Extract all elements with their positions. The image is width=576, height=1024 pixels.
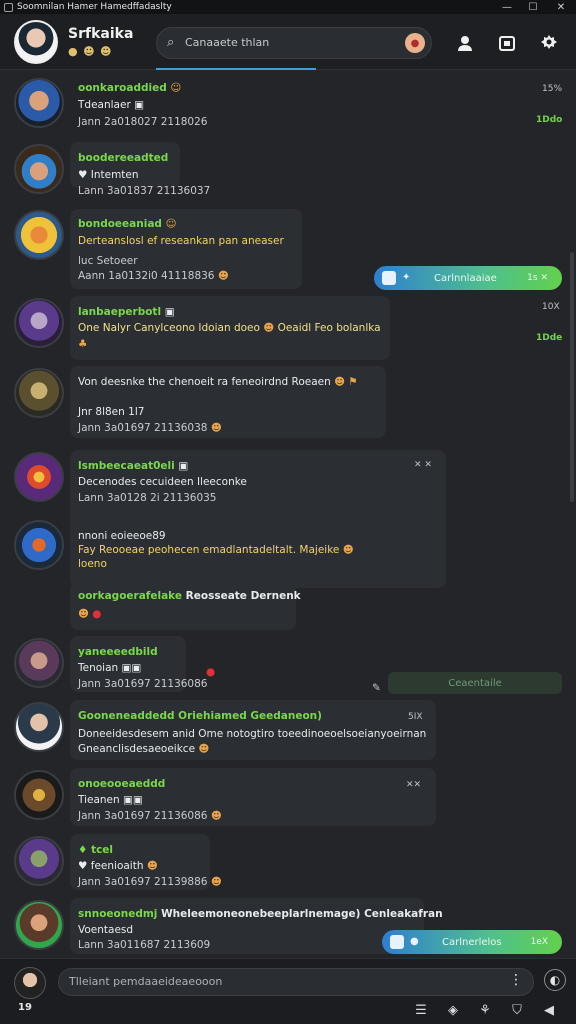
message-text: Jnr 8l8en 1l7 bbox=[78, 406, 145, 418]
message-bubble bbox=[70, 142, 180, 188]
message-text: loeno bbox=[78, 558, 107, 570]
link-icon: ● bbox=[410, 936, 419, 947]
suggestion-pill[interactable]: Ceaentaile bbox=[388, 672, 562, 694]
list-icon[interactable]: ☰ bbox=[412, 1001, 430, 1019]
scrollbar[interactable] bbox=[570, 252, 574, 502]
message-meta: ✕✕ bbox=[406, 780, 422, 790]
message-timestamp: Lann 3a011687 2113609 bbox=[78, 939, 211, 951]
message-timestamp: Aann 1a0132i0 41118836 ☻ bbox=[78, 270, 229, 282]
active-tab-indicator bbox=[156, 68, 316, 70]
chat-header: Srfkaika ● ☻ ☻ ⌕ Canaaete thlan ● bbox=[0, 14, 576, 70]
title-bar: Soomnilan Hamer Hamedffadaslty — ☐ ✕ bbox=[0, 0, 576, 14]
avatar[interactable] bbox=[14, 702, 64, 752]
mic-icon[interactable]: ◐ bbox=[544, 969, 566, 991]
message-text: ♥ Intemten bbox=[78, 169, 139, 181]
settings-icon[interactable] bbox=[538, 32, 560, 54]
avatar[interactable] bbox=[14, 144, 64, 194]
reaction-icons: ☻ ● bbox=[78, 608, 102, 620]
more-icon[interactable]: ⋮ bbox=[509, 972, 523, 988]
avatar[interactable] bbox=[14, 298, 64, 348]
reaction-pill[interactable]: ✦ Carlnnlaaiae 1s ✕ bbox=[374, 266, 562, 290]
message-text: Voentaesd bbox=[78, 924, 134, 936]
profile-avatar[interactable] bbox=[14, 20, 58, 64]
link-icon: ✦ bbox=[402, 272, 411, 283]
message-text: Gneanclisdesaeoeikce ☻ bbox=[78, 743, 210, 755]
message-meta: luc Setoeer bbox=[78, 255, 138, 267]
window-title: Soomnilan Hamer Hamedffadaslty bbox=[17, 2, 172, 12]
composer: Tlleiant pemdaaeideaeooon ⋮ ◐ 19 ☰ ◈ ⚘ ⛉… bbox=[0, 958, 576, 1024]
message-author: snnoeonedmj Wheleemoneonebeeplarlnemage)… bbox=[78, 908, 443, 920]
avatar[interactable] bbox=[14, 836, 64, 886]
avatar[interactable] bbox=[14, 900, 64, 950]
message-text: Fay Reooeae peohecen emadlantadeltalt. M… bbox=[78, 544, 354, 556]
message-count: 1Ddo bbox=[536, 115, 563, 125]
avatar[interactable] bbox=[14, 638, 64, 688]
avatar[interactable] bbox=[14, 770, 64, 820]
edit-icon[interactable]: ✎ bbox=[372, 682, 381, 694]
search-input[interactable]: Canaaete thlan bbox=[185, 36, 269, 49]
avatar[interactable] bbox=[14, 520, 64, 570]
message-author: oonkaroaddied ☺ bbox=[78, 82, 182, 94]
unread-count: 19 bbox=[18, 1002, 32, 1013]
message-text: Tieanen ▣▣ bbox=[78, 794, 143, 806]
message-timestamp: Lann 3a0128 2i 21136035 bbox=[78, 492, 217, 504]
alert-icon: ● bbox=[206, 666, 216, 678]
close-button[interactable]: ✕ bbox=[548, 0, 574, 14]
message-author: ♦ tcel bbox=[78, 844, 114, 856]
reaction-pill[interactable]: ● Carlnerlelos 1eX bbox=[382, 930, 562, 954]
message-author: nnoni eoieeoe89 bbox=[78, 530, 166, 542]
message-text: Tdeanlaer ▣ bbox=[78, 99, 145, 111]
message-author: boodereeadted bbox=[78, 152, 169, 164]
message-text: Tenoian ▣▣ bbox=[78, 662, 142, 674]
message-text: Decenodes cecuideen Ileeconke bbox=[78, 476, 247, 488]
search-bar[interactable]: ⌕ Canaaete thlan ● bbox=[156, 27, 432, 59]
message-input[interactable]: Tlleiant pemdaaeideaeooon ⋮ bbox=[58, 968, 534, 996]
avatar[interactable] bbox=[14, 452, 64, 502]
message-text: Doneeidesdesem anid Ome notogtiro toeedi… bbox=[78, 728, 427, 740]
profile-icon[interactable] bbox=[454, 32, 476, 54]
message-meta: ✕ ✕ bbox=[414, 460, 432, 470]
reaction-icon: ♣ bbox=[78, 338, 88, 350]
message-author: lsmbeecaeat0eli ▣ bbox=[78, 460, 189, 472]
message-author: onoeooeaeddd bbox=[78, 778, 166, 790]
message-timestamp: Jann 2a018027 2118026 bbox=[78, 116, 208, 128]
message-author: yaneeeedbild bbox=[78, 646, 158, 658]
user-avatar[interactable] bbox=[14, 967, 46, 999]
message-text: ♥ feenioaith ☻ bbox=[78, 860, 158, 872]
message-author: lanbaeperbotl ▣ bbox=[78, 306, 175, 318]
avatar-filter-icon[interactable]: ● bbox=[405, 33, 425, 53]
avatar[interactable] bbox=[14, 368, 64, 418]
message-author: Gooneneaddedd Oriehiamed Geedaneon) bbox=[78, 710, 322, 722]
shield-icon[interactable]: ⛉ bbox=[508, 1001, 526, 1019]
message-feed[interactable]: oonkaroaddied ☺ Tdeanlaer ▣ Jann 2a01802… bbox=[0, 72, 576, 958]
profile-name: Srfkaika bbox=[68, 26, 134, 42]
message-meta: 5IX bbox=[408, 712, 423, 722]
avatar[interactable] bbox=[14, 210, 64, 260]
message-timestamp: Jann 3a01697 21136086 bbox=[78, 678, 208, 690]
message-author: oorkagoerafelake Reosseate Dernenk bbox=[78, 590, 301, 602]
message-text: Derteanslosl ef reseankan pan aneaser bbox=[78, 235, 284, 247]
message-author: bondoeeaniad ☺ bbox=[78, 218, 177, 230]
status-badges: ● ☻ ☻ bbox=[68, 45, 113, 58]
message-meta: 10X bbox=[542, 302, 560, 312]
image-icon bbox=[382, 271, 396, 285]
calendar-icon[interactable] bbox=[496, 32, 518, 54]
gif-icon[interactable]: ◈ bbox=[444, 1001, 462, 1019]
message-timestamp: Jann 3a01697 21139886 ☻ bbox=[78, 876, 222, 888]
search-icon: ⌕ bbox=[167, 35, 175, 50]
volume-icon[interactable]: ◀ bbox=[540, 1001, 558, 1019]
message-timestamp: Lann 3a01837 21136037 bbox=[78, 185, 211, 197]
maximize-button[interactable]: ☐ bbox=[520, 0, 546, 14]
message-timestamp: Jann 3a01697 21136086 ☻ bbox=[78, 810, 222, 822]
message-text: One Nalyr Canylceono Idoian doeo ☻ Oeaid… bbox=[78, 322, 381, 334]
minimize-button[interactable]: — bbox=[494, 0, 520, 14]
message-count: 1Dde bbox=[536, 333, 563, 343]
image-icon bbox=[390, 935, 404, 949]
avatar[interactable] bbox=[14, 78, 64, 128]
message-author: Von deesnke the chenoeit ra feneoirdnd R… bbox=[78, 376, 358, 388]
message-meta: 15% bbox=[542, 84, 563, 94]
app-icon bbox=[4, 2, 13, 12]
message-timestamp: Jann 3a01697 21136038 ☻ bbox=[78, 422, 222, 434]
sticker-icon[interactable]: ⚘ bbox=[476, 1001, 494, 1019]
